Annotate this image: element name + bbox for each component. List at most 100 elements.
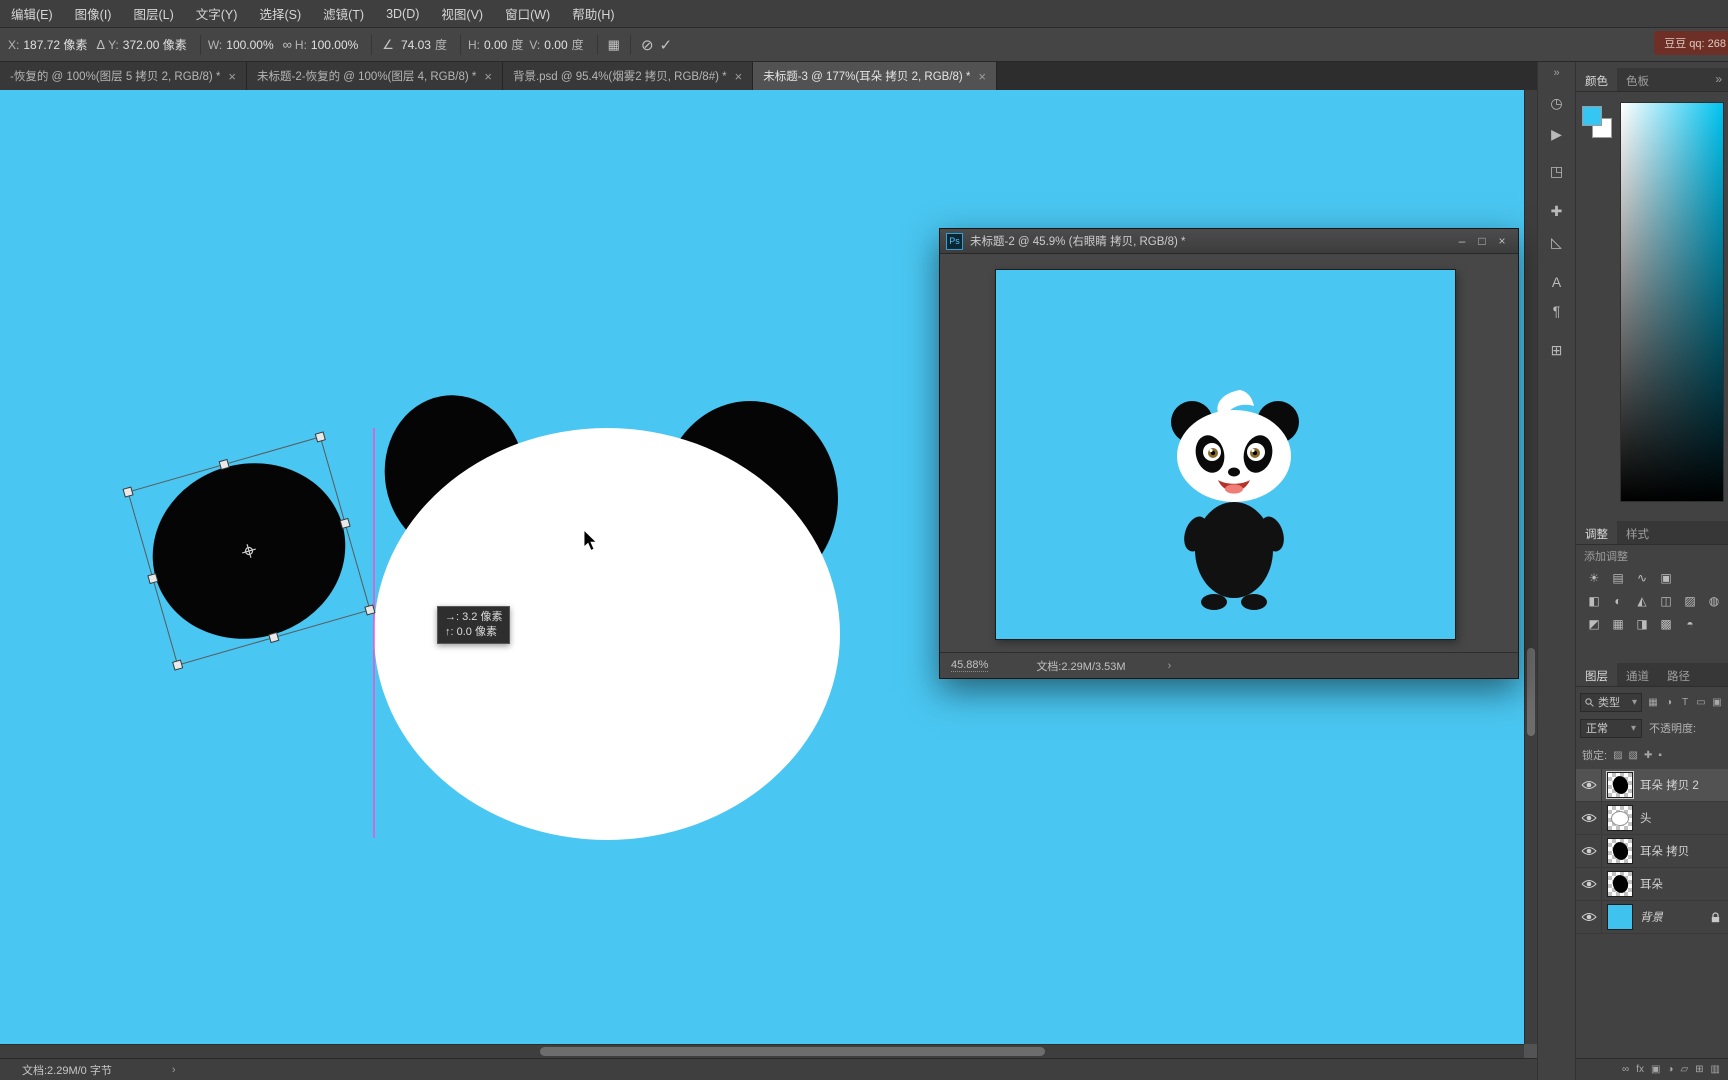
- commit-transform-button[interactable]: ✓: [657, 36, 676, 54]
- status-options-chevron[interactable]: ›: [1168, 660, 1172, 672]
- floating-document-window[interactable]: Ps 未标题-2 @ 45.9% (右眼睛 拷贝, RGB/8) * – □ ×: [939, 228, 1519, 679]
- layer-name[interactable]: 耳朵 拷贝: [1640, 843, 1689, 859]
- layer-row-head[interactable]: 头: [1576, 802, 1728, 835]
- filter-shape-icon[interactable]: ▭: [1694, 697, 1708, 708]
- cancel-transform-button[interactable]: ⊘: [638, 36, 657, 54]
- handle-top-left[interactable]: [122, 486, 134, 498]
- layer-filter-type-dropdown[interactable]: 类型 ▾: [1580, 692, 1642, 712]
- layer-visibility-toggle[interactable]: [1576, 868, 1602, 900]
- foreground-color-swatch[interactable]: [1582, 106, 1602, 126]
- v-skew-value[interactable]: 0.00: [544, 38, 567, 52]
- info-panel-icon[interactable]: ✚: [1538, 203, 1575, 220]
- layer-name[interactable]: 背景: [1640, 909, 1663, 925]
- menu-filter[interactable]: 滤镜(T): [312, 0, 375, 27]
- layer-name[interactable]: 耳朵: [1640, 876, 1663, 892]
- filter-smart-object-icon[interactable]: ▣: [1710, 697, 1724, 708]
- horizontal-scrollbar[interactable]: [0, 1044, 1524, 1058]
- photo-filter-icon[interactable]: ▨: [1680, 594, 1700, 608]
- history-panel-icon[interactable]: ◷: [1538, 95, 1575, 112]
- properties-panel-icon[interactable]: ◳: [1538, 163, 1575, 180]
- handle-mid-right[interactable]: [339, 517, 351, 530]
- actions-panel-icon[interactable]: ▶: [1538, 126, 1575, 143]
- w-value[interactable]: 100.00%: [226, 38, 273, 52]
- minimize-button[interactable]: –: [1452, 234, 1472, 248]
- layer-visibility-toggle[interactable]: [1576, 901, 1602, 933]
- handle-bottom-right[interactable]: [364, 604, 376, 616]
- selective-color-icon[interactable]: ▩: [1656, 617, 1676, 631]
- y-value[interactable]: 372.00 像素: [123, 36, 187, 53]
- v-skew-field[interactable]: V: 0.00 度: [529, 36, 583, 53]
- tab-paths[interactable]: 路径: [1658, 663, 1699, 686]
- brightness-contrast-icon[interactable]: ☀: [1584, 571, 1604, 585]
- floating-window-canvas[interactable]: [995, 269, 1456, 640]
- delete-layer-icon[interactable]: ▥: [1711, 1064, 1720, 1075]
- handle-top-right[interactable]: [314, 431, 326, 443]
- new-adjustment-layer-icon[interactable]: ◑: [1667, 1064, 1673, 1075]
- vibrance-icon[interactable]: ◧: [1584, 594, 1604, 608]
- measure-panel-icon[interactable]: ◺: [1538, 234, 1575, 251]
- menu-3d[interactable]: 3D(D): [375, 0, 430, 27]
- character-panel-icon[interactable]: A: [1538, 274, 1575, 290]
- free-transform-group[interactable]: [122, 431, 376, 671]
- tab-layers[interactable]: 图层: [1576, 663, 1617, 686]
- tab-adjustments[interactable]: 调整: [1576, 521, 1617, 544]
- layer-row-ear-copy[interactable]: 耳朵 拷贝: [1576, 835, 1728, 868]
- menu-window[interactable]: 窗口(W): [494, 0, 561, 27]
- menu-view[interactable]: 视图(V): [430, 0, 494, 27]
- handle-top-center[interactable]: [218, 458, 230, 471]
- floating-window-titlebar[interactable]: Ps 未标题-2 @ 45.9% (右眼睛 拷贝, RGB/8) * – □ ×: [940, 229, 1518, 254]
- menu-layer[interactable]: 图层(L): [122, 0, 184, 27]
- link-layers-icon[interactable]: ∞: [1622, 1064, 1629, 1075]
- h-value[interactable]: 100.00%: [311, 38, 358, 52]
- close-tab-icon[interactable]: ×: [978, 69, 986, 84]
- document-tab-2[interactable]: 未标题-2-恢复的 @ 100%(图层 4, RGB/8) * ×: [247, 62, 503, 90]
- link-dimensions-icon[interactable]: ∞: [280, 37, 295, 52]
- menu-edit[interactable]: 编辑(E): [0, 0, 64, 27]
- lock-position-icon[interactable]: ✚: [1644, 750, 1652, 761]
- layer-name[interactable]: 头: [1640, 810, 1652, 826]
- layer-visibility-toggle[interactable]: [1576, 802, 1602, 834]
- collapse-panels-icon[interactable]: »: [1715, 68, 1728, 91]
- handle-bottom-center[interactable]: [268, 631, 280, 644]
- new-group-icon[interactable]: ▱: [1680, 1064, 1688, 1075]
- layer-thumbnail[interactable]: [1606, 771, 1634, 799]
- blend-mode-dropdown[interactable]: 正常 ▾: [1580, 718, 1642, 738]
- layer-row-ear[interactable]: 耳朵: [1576, 868, 1728, 901]
- paragraph-panel-icon[interactable]: ¶: [1538, 303, 1575, 319]
- expand-panels-icon[interactable]: »: [1538, 67, 1575, 79]
- height-scale-field[interactable]: H: 100.00%: [295, 38, 358, 52]
- exposure-icon[interactable]: ▣: [1656, 571, 1676, 585]
- tab-swatches[interactable]: 色板: [1617, 68, 1658, 91]
- layer-visibility-toggle[interactable]: [1576, 769, 1602, 801]
- layer-thumbnail[interactable]: [1607, 871, 1633, 897]
- menu-select[interactable]: 选择(S): [248, 0, 312, 27]
- close-tab-icon[interactable]: ×: [484, 69, 492, 84]
- close-button[interactable]: ×: [1492, 234, 1512, 248]
- layer-thumbnail[interactable]: [1607, 805, 1633, 831]
- channel-mixer-icon[interactable]: ◍: [1704, 594, 1724, 608]
- interpolation-icon[interactable]: ▦: [605, 37, 623, 53]
- tab-channels[interactable]: 通道: [1617, 663, 1658, 686]
- layer-thumbnail[interactable]: [1607, 838, 1633, 864]
- invert-icon[interactable]: ◩: [1584, 617, 1604, 631]
- menu-help[interactable]: 帮助(H): [561, 0, 625, 27]
- menu-type[interactable]: 文字(Y): [185, 0, 249, 27]
- h-skew-value[interactable]: 0.00: [484, 38, 507, 52]
- y-position-field[interactable]: Y: 372.00 像素: [108, 36, 187, 53]
- tab-styles[interactable]: 样式: [1617, 521, 1658, 544]
- color-picker-field[interactable]: [1620, 102, 1724, 502]
- h-skew-field[interactable]: H: 0.00 度: [468, 36, 523, 53]
- close-tab-icon[interactable]: ×: [228, 69, 236, 84]
- handle-bottom-left[interactable]: [172, 659, 184, 671]
- document-tab-4-active[interactable]: 未标题-3 @ 177%(耳朵 拷贝 2, RGB/8) * ×: [753, 62, 998, 90]
- hue-saturation-icon[interactable]: ◐: [1608, 594, 1628, 608]
- lock-all-icon[interactable]: ▪: [1658, 750, 1662, 761]
- vertical-scrollbar-thumb[interactable]: [1527, 648, 1535, 736]
- horizontal-scrollbar-thumb[interactable]: [540, 1047, 1045, 1056]
- layer-row-background[interactable]: 背景: [1576, 901, 1728, 934]
- color-balance-icon[interactable]: ◭: [1632, 594, 1652, 608]
- vertical-scrollbar[interactable]: [1524, 90, 1537, 1044]
- add-mask-icon[interactable]: ▣: [1651, 1064, 1660, 1075]
- relative-position-icon[interactable]: Δ: [93, 37, 108, 52]
- document-tab-1[interactable]: -恢复的 @ 100%(图层 5 拷贝 2, RGB/8) * ×: [0, 62, 248, 90]
